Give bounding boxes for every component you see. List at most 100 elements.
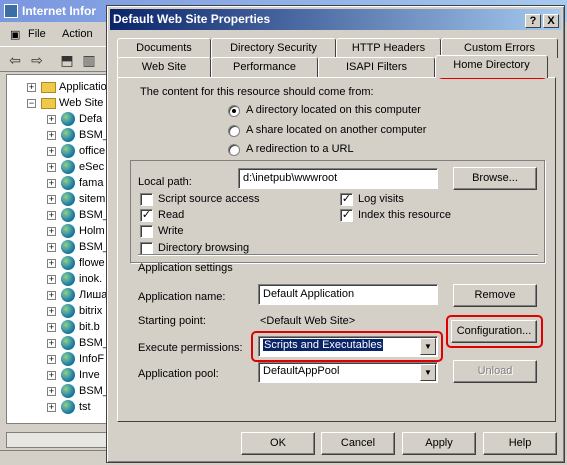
checkbox-read[interactable]: ✓ xyxy=(140,209,153,222)
tree-expand-icon[interactable]: + xyxy=(47,387,56,396)
help-caption-button[interactable]: ? xyxy=(525,14,541,28)
tab-web-site[interactable]: Web Site xyxy=(117,57,211,77)
tree-item-label: office xyxy=(79,145,106,157)
tree-item-label: Web Site xyxy=(59,97,104,109)
cancel-button[interactable]: Cancel xyxy=(321,432,395,455)
chevron-down-icon[interactable]: ▼ xyxy=(420,364,436,381)
tree-item-label: bitrix xyxy=(79,305,103,317)
globe-icon xyxy=(61,240,75,254)
read-label[interactable]: Read xyxy=(158,209,184,221)
checkbox-script-source-access[interactable] xyxy=(140,193,153,206)
tree-expand-icon[interactable]: + xyxy=(47,195,56,204)
iis-tree-view[interactable]: + Applicatio − Web Site + Defa + BSM_ + office + eS… xyxy=(6,74,112,424)
tree-expand-icon[interactable]: + xyxy=(47,163,56,172)
log-visits-label[interactable]: Log visits xyxy=(358,193,404,205)
tree-expand-icon[interactable]: + xyxy=(47,243,56,252)
application-name-field[interactable]: Default Application xyxy=(258,284,438,305)
local-path-label: Local path: xyxy=(138,176,192,188)
browse-button[interactable]: Browse... xyxy=(453,167,537,190)
tree-expand-icon[interactable]: + xyxy=(47,307,56,316)
starting-point-value: <Default Web Site> xyxy=(260,315,356,327)
globe-icon xyxy=(61,224,75,238)
dialog-title: Default Web Site Properties xyxy=(113,12,271,26)
up-folder-icon[interactable]: ⬒ xyxy=(58,51,76,69)
tree-expand-icon[interactable]: + xyxy=(27,83,36,92)
globe-icon xyxy=(61,176,75,190)
show-tree-icon[interactable]: ▥ xyxy=(80,51,98,69)
menu-file[interactable]: File xyxy=(28,28,46,40)
tab-directory-security[interactable]: Directory Security xyxy=(211,38,336,58)
tree-expand-icon[interactable]: + xyxy=(47,339,56,348)
iis-status-bar xyxy=(0,450,110,465)
forward-arrow-icon[interactable]: ⇨ xyxy=(28,51,46,69)
settings-separator xyxy=(138,254,538,256)
checkbox-index-resource[interactable]: ✓ xyxy=(340,209,353,222)
tree-expand-icon[interactable]: + xyxy=(47,275,56,284)
index-resource-label[interactable]: Index this resource xyxy=(358,209,451,221)
tab-home-directory[interactable]: Home Directory xyxy=(435,55,548,78)
radio-local-directory[interactable] xyxy=(228,105,240,117)
tree-expand-icon[interactable]: + xyxy=(47,291,56,300)
tree-expand-icon[interactable]: + xyxy=(47,323,56,332)
tab-isapi-filters[interactable]: ISAPI Filters xyxy=(318,57,435,77)
execute-permissions-label: Execute permissions: xyxy=(138,342,243,354)
tree-item-label: tst xyxy=(79,401,91,413)
globe-icon xyxy=(61,352,75,366)
radio-url-redirection[interactable] xyxy=(228,144,240,156)
tree-expand-icon[interactable]: + xyxy=(47,403,56,412)
tree-item-label: Лиша xyxy=(79,289,108,301)
tree-item-label: bit.b xyxy=(79,321,100,333)
tab-http-headers[interactable]: HTTP Headers xyxy=(336,38,441,58)
tree-expand-icon[interactable]: + xyxy=(47,211,56,220)
globe-icon xyxy=(61,192,75,206)
radio-network-share[interactable] xyxy=(228,125,240,137)
apply-button[interactable]: Apply xyxy=(402,432,476,455)
local-path-field[interactable]: d:\inetpub\wwwroot xyxy=(238,168,438,189)
close-icon[interactable]: X xyxy=(543,14,559,28)
tab-performance[interactable]: Performance xyxy=(211,57,318,77)
globe-icon xyxy=(61,336,75,350)
back-arrow-icon[interactable]: ⇦ xyxy=(6,51,24,69)
radio-local-directory-label[interactable]: A directory located on this computer xyxy=(246,104,421,116)
iis-app-icon xyxy=(4,4,18,18)
ok-button[interactable]: OK xyxy=(241,432,315,455)
tree-expand-icon[interactable]: + xyxy=(47,179,56,188)
write-label[interactable]: Write xyxy=(158,225,183,237)
tree-item-label: BSM_ xyxy=(79,129,109,141)
dialog-title-bar: Default Web Site Properties ? X xyxy=(110,9,561,30)
tree-horizontal-scrollbar[interactable] xyxy=(6,432,112,448)
tree-expand-icon[interactable]: + xyxy=(47,115,56,124)
tree-item-label: Applicatio xyxy=(59,81,107,93)
home-directory-panel: The content for this resource should com… xyxy=(117,77,556,422)
tab-documents[interactable]: Documents xyxy=(117,38,211,58)
tree-item-label: sitem xyxy=(79,193,106,205)
tree-expand-icon[interactable]: + xyxy=(47,259,56,268)
properties-dialog: Default Web Site Properties ? X Document… xyxy=(106,5,565,463)
tree-expand-icon[interactable]: + xyxy=(47,147,56,156)
tree-expand-icon[interactable]: + xyxy=(47,355,56,364)
radio-url-redirection-label[interactable]: A redirection to a URL xyxy=(246,143,354,155)
tree-expand-icon[interactable]: + xyxy=(47,131,56,140)
remove-button[interactable]: Remove xyxy=(453,284,537,307)
checkbox-log-visits[interactable]: ✓ xyxy=(340,193,353,206)
iis-window-title: Internet Infor xyxy=(22,4,96,18)
tree-expand-icon[interactable]: + xyxy=(47,227,56,236)
menu-action[interactable]: Action xyxy=(62,28,93,40)
tree-item-label: inok. xyxy=(79,273,103,285)
help-button[interactable]: Help xyxy=(483,432,557,455)
directory-browsing-label[interactable]: Directory browsing xyxy=(158,242,249,254)
tree-item-label: BSM_ xyxy=(79,385,109,397)
radio-network-share-label[interactable]: A share located on another computer xyxy=(246,124,426,136)
application-pool-label: Application pool: xyxy=(138,368,219,380)
application-pool-select[interactable]: DefaultAppPool ▼ xyxy=(258,362,438,383)
checkbox-write[interactable] xyxy=(140,225,153,238)
tree-collapse-icon[interactable]: − xyxy=(27,99,36,108)
script-source-access-label[interactable]: Script source access xyxy=(158,193,259,205)
globe-icon xyxy=(61,208,75,222)
configuration-highlight xyxy=(446,315,543,348)
tree-item-label: BSM_ xyxy=(79,241,109,253)
tree-expand-icon[interactable]: + xyxy=(47,371,56,380)
tree-item-label: InfoF xyxy=(79,353,105,365)
tree-item-label: Inve xyxy=(79,369,100,381)
globe-icon xyxy=(61,160,75,174)
